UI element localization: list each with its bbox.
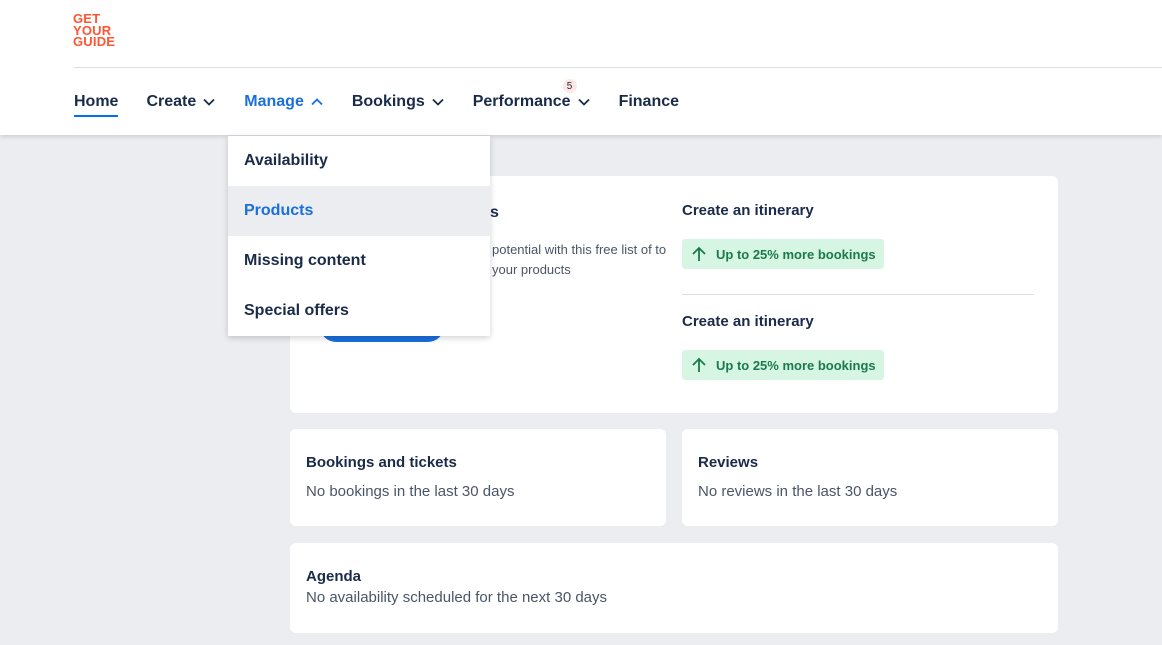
bookings-uplift-badge: Up to 25% more bookings xyxy=(682,350,884,380)
promo-title: s xyxy=(490,204,499,221)
nav-create-label: Create xyxy=(146,93,197,110)
manage-dropdown-menu: Availability Products Missing content Sp… xyxy=(228,136,490,336)
card-subtitle: No bookings in the last 30 days xyxy=(306,483,515,500)
menu-item-products[interactable]: Products xyxy=(228,186,490,236)
nav-performance[interactable]: Performance 5 xyxy=(472,79,591,114)
bookings-uplift-badge: Up to 25% more bookings xyxy=(682,239,884,269)
card-subtitle: No reviews in the last 30 days xyxy=(698,483,898,500)
chevron-down-icon xyxy=(577,95,591,109)
bookings-tickets-card[interactable]: Bookings and tickets No bookings in the … xyxy=(290,429,666,526)
chevron-down-icon xyxy=(202,95,216,109)
nav-home-label: Home xyxy=(74,93,119,110)
main-nav: Home Create Manage Bookings Performance … xyxy=(74,79,707,120)
chevron-down-icon xyxy=(431,95,445,109)
card-title: Bookings and tickets xyxy=(306,454,457,471)
getyourguide-logo[interactable]: GET YOUR GUIDE xyxy=(73,12,123,51)
menu-item-availability[interactable]: Availability xyxy=(228,136,490,186)
logo-line-3: GUIDE xyxy=(73,34,116,49)
arrow-up-icon xyxy=(692,357,706,372)
chevron-up-icon xyxy=(310,95,324,109)
notification-badge: 5 xyxy=(562,79,577,93)
card-subtitle: No availability scheduled for the next 3… xyxy=(306,589,608,606)
nav-performance-label: Performance xyxy=(472,93,571,110)
agenda-card[interactable]: Agenda No availability scheduled for the… xyxy=(290,543,1058,633)
nav-manage[interactable]: Manage xyxy=(244,90,324,114)
nav-bookings-label: Bookings xyxy=(351,93,425,110)
header-divider xyxy=(74,67,1162,68)
uplift-text: Up to 25% more bookings xyxy=(716,246,876,262)
itinerary-divider xyxy=(682,294,1034,295)
menu-item-special-offers[interactable]: Special offers xyxy=(228,286,490,336)
menu-item-missing-content[interactable]: Missing content xyxy=(228,236,490,286)
card-title: Agenda xyxy=(306,568,362,585)
nav-manage-label: Manage xyxy=(244,93,304,110)
nav-create[interactable]: Create xyxy=(146,90,216,114)
nav-finance-label: Finance xyxy=(618,93,680,110)
top-header: GET YOUR GUIDE Home Create Manage Bookin… xyxy=(0,0,1162,135)
itinerary-suggestion[interactable]: Create an itinerary Up to 25% more booki… xyxy=(682,202,1034,269)
nav-bookings[interactable]: Bookings xyxy=(352,90,445,114)
reviews-card[interactable]: Reviews No reviews in the last 30 days xyxy=(682,429,1058,526)
arrow-up-icon xyxy=(692,246,706,261)
uplift-text: Up to 25% more bookings xyxy=(716,357,876,373)
itinerary-title: Create an itinerary xyxy=(682,313,814,330)
nav-finance[interactable]: Finance xyxy=(619,90,679,114)
promo-description: potential with this free list of to your… xyxy=(492,242,667,277)
card-title: Reviews xyxy=(698,454,759,471)
nav-home[interactable]: Home xyxy=(74,90,119,117)
itinerary-title: Create an itinerary xyxy=(682,202,814,219)
itinerary-suggestion[interactable]: Create an itinerary Up to 25% more booki… xyxy=(682,313,1034,380)
